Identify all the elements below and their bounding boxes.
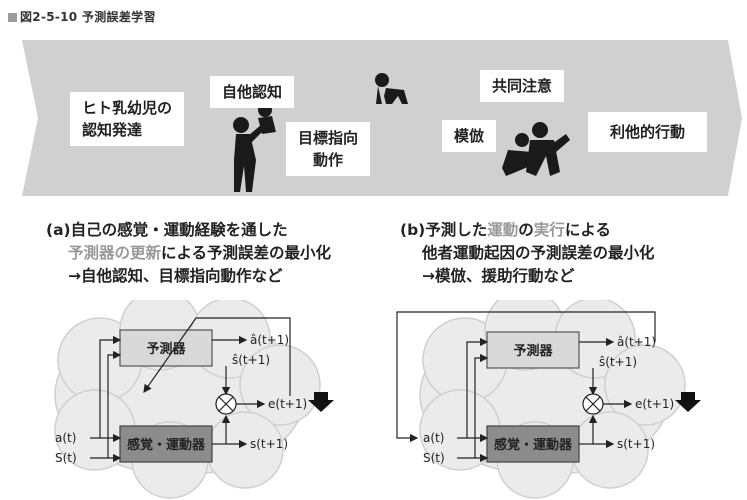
caption-b: (b)予測した運動の実行による 他者運動起因の予測誤差の最小化 →模倣、援助行動… <box>400 219 655 288</box>
label-altruistic-behavior: 利他的行動 <box>588 112 708 152</box>
sensorimotor-label-a: 感覚・運動器 <box>127 437 206 453</box>
label-development-line2: 認知発達 <box>82 121 143 139</box>
caption-b-line2: 他者運動起因の予測誤差の最小化 <box>422 244 655 262</box>
a-input-label-b: a(t) <box>423 431 444 445</box>
caption-b-highlight-motion: 運動 <box>487 221 519 239</box>
diagram-a: 予測器 感覚・運動器 a(t) S(t) â(t+1) ŝ(t+1) s(t+1… <box>54 300 334 499</box>
label-goal-line2: 動作 <box>313 151 344 169</box>
s-next-label-a: s(t+1) <box>250 437 288 451</box>
caption-b-line3: →模倣、援助行動など <box>422 267 575 285</box>
caption-a-line2-rest: による予測誤差の最小化 <box>161 244 332 262</box>
caption-b-line1-pre: (b)予測した <box>400 221 488 239</box>
s-input-label-b: S(t) <box>423 451 445 465</box>
caption-a-line2: 予測器の更新による予測誤差の最小化 <box>46 242 331 265</box>
caption-a-line1: (a)自己の感覚・運動経験を通した <box>46 221 288 239</box>
caption-b-highlight-execution: 実行 <box>533 221 565 239</box>
diagram-b: 予測器 感覚・運動器 a(t) S(t) â(t+1) ŝ(t+1) s(t+1… <box>396 300 701 499</box>
caption-b-line1-post: による <box>564 221 611 239</box>
caption-a-line3: →自他認知、目標指向動作など <box>68 267 283 285</box>
s-hat-label-a: ŝ(t+1) <box>232 353 270 367</box>
caption-a-highlight: 予測器の更新 <box>68 244 162 262</box>
a-input-label-a: a(t) <box>55 431 76 445</box>
label-goal-directed-action: 目標指向 動作 <box>286 122 371 176</box>
predictor-label-a: 予測器 <box>146 341 186 357</box>
caption-a: (a)自己の感覚・運動経験を通した 予測器の更新による予測誤差の最小化 →自他認… <box>46 219 331 288</box>
label-self-recognition: 自他認知 <box>210 76 295 108</box>
s-input-label-a: S(t) <box>55 451 77 465</box>
label-development-line1: ヒト乳幼児の <box>82 99 173 117</box>
a-hat-label-a: â(t+1) <box>250 333 289 347</box>
caption-b-line1-mid: の <box>518 221 534 239</box>
s-hat-label-b: ŝ(t+1) <box>599 355 637 369</box>
label-imitation: 模倣 <box>442 120 497 152</box>
error-label-a: e(t+1) <box>268 397 307 411</box>
label-infant-development: ヒト乳幼児の 認知発達 <box>70 92 185 146</box>
predictor-label-b: 予測器 <box>513 343 553 359</box>
a-hat-label-b: â(t+1) <box>617 335 656 349</box>
caption-b-line1: (b)予測した運動の実行による <box>400 219 655 242</box>
error-label-b: e(t+1) <box>635 397 674 411</box>
label-goal-line1: 目標指向 <box>298 129 359 147</box>
label-joint-attention: 共同注意 <box>480 70 565 102</box>
sensorimotor-label-b: 感覚・運動器 <box>494 437 573 453</box>
s-next-label-b: s(t+1) <box>617 437 655 451</box>
